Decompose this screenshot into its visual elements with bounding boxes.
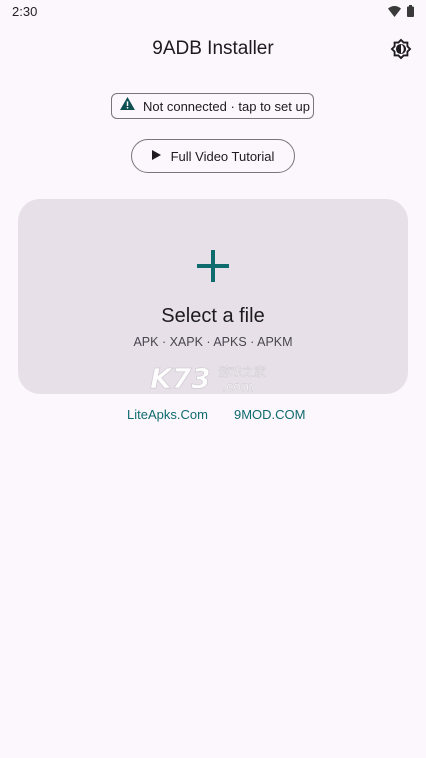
connection-status-label: Not connected · tap to set up [143,98,310,114]
plus-icon [197,250,229,282]
battery-icon [407,4,414,22]
watermark-main-text: K73 [150,362,211,394]
partner-links: LiteApks.Com 9MOD.COM [0,407,426,425]
select-file-title: Select a file [161,305,265,327]
supported-formats-label: APK · XAPK · APKS · APKM [133,335,293,349]
watermark-cn-text: 游戏之家 [218,364,266,379]
liteapks-link[interactable]: LiteApks.Com [127,407,208,422]
play-icon [151,147,161,165]
video-tutorial-label: Full Video Tutorial [170,148,275,164]
brightness-icon [390,38,412,65]
watermark-com-text: .com [222,380,254,394]
video-tutorial-button[interactable]: Full Video Tutorial [131,139,295,173]
warning-icon [120,97,135,115]
wifi-icon [388,4,401,22]
select-file-card[interactable]: Select a file APK · XAPK · APKS · APKM K… [18,199,408,394]
theme-toggle-button[interactable] [388,38,414,64]
app-title: 9ADB Installer [152,38,274,59]
9mod-link[interactable]: 9MOD.COM [234,407,306,422]
connection-status-chip[interactable]: Not connected · tap to set up [111,93,314,119]
status-time: 2:30 [12,4,38,19]
status-icons [388,4,414,22]
k73-watermark-logo: K73 游戏之家 .com [150,362,267,394]
status-bar: 2:30 [0,0,426,24]
